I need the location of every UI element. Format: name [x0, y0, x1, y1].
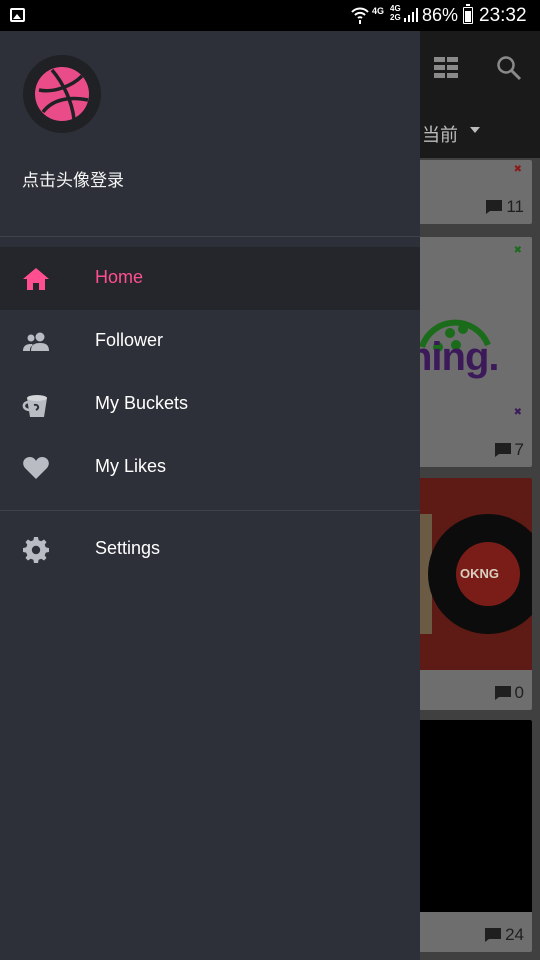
color-dot-icon: ✖: [513, 407, 522, 418]
comment-icon: [486, 200, 503, 214]
comment-count: 24: [484, 925, 524, 945]
people-icon: [23, 332, 49, 351]
drawer-header: 点击头像登录: [0, 31, 420, 236]
battery-percent: 86%: [422, 5, 459, 25]
avatar[interactable]: [23, 55, 101, 133]
menu-item-label: My Buckets: [95, 393, 189, 413]
grid-view-icon[interactable]: [434, 57, 458, 79]
menu-item-label: My Likes: [95, 456, 167, 476]
comment-icon: [494, 443, 511, 457]
divider: [0, 510, 420, 511]
sort-dropdown[interactable]: 当前: [422, 121, 458, 147]
login-prompt[interactable]: 点击头像登录: [22, 166, 124, 191]
shot-logo-text: ning.: [408, 335, 500, 379]
comment-icon: [494, 686, 511, 700]
gallery-notification-icon: [10, 8, 25, 22]
shot-card[interactable]: OKNG 0: [408, 478, 532, 710]
search-icon[interactable]: [496, 55, 522, 81]
menu-item-home[interactable]: Home: [0, 247, 420, 310]
dribbble-logo-icon: [35, 67, 89, 121]
menu-item-settings[interactable]: Settings: [0, 518, 420, 581]
signal-icon: [404, 8, 418, 22]
menu-item-label: Settings: [95, 538, 161, 558]
menu-item-label: Home: [95, 267, 144, 287]
clock: 23:32: [479, 5, 527, 26]
heart-icon: [23, 457, 49, 479]
network-type-1: 4G: [372, 6, 385, 16]
shot-image: [408, 720, 532, 912]
status-bar: 4G 4G 2G 86% 23:32: [0, 0, 540, 31]
bucket-icon: [22, 395, 47, 417]
shot-image: OKNG: [408, 478, 532, 670]
menu-item-follower[interactable]: Follower: [0, 310, 420, 373]
shot-card[interactable]: ✖ ✖ ning. 7: [408, 237, 532, 467]
menu-item-my-likes[interactable]: My Likes: [0, 436, 420, 499]
divider: [0, 236, 420, 237]
comment-count: 0: [494, 683, 524, 703]
comment-count: 11: [485, 197, 524, 217]
color-dot-icon: ✖: [513, 245, 522, 256]
navigation-drawer: 点击头像登录 Home Follower My Buckets My Likes: [0, 31, 420, 960]
record-label-text: OKNG: [460, 566, 499, 581]
comment-icon: [485, 928, 502, 942]
comment-count: 7: [494, 440, 524, 460]
chevron-down-icon: [470, 127, 480, 133]
menu-item-label: Follower: [95, 330, 164, 350]
wifi-icon: [351, 7, 369, 24]
shot-card[interactable]: 24: [408, 720, 532, 952]
network-type-2: 4G 2G: [390, 4, 401, 22]
home-icon: [23, 268, 49, 290]
menu-item-my-buckets[interactable]: My Buckets: [0, 373, 420, 436]
shot-card[interactable]: ✖ 11: [408, 160, 532, 224]
battery-icon: [463, 4, 473, 24]
color-dot-icon: ✖: [513, 164, 522, 175]
gear-icon: [23, 537, 49, 563]
